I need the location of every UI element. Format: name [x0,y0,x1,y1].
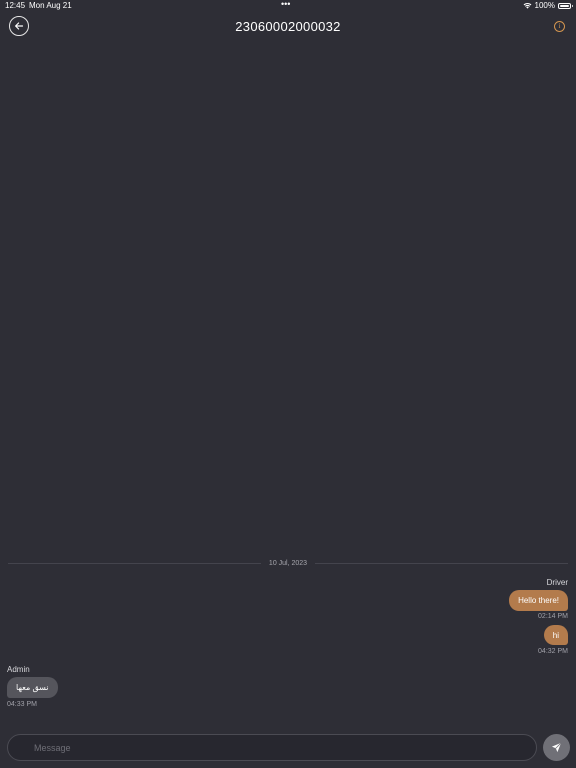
battery-icon [558,2,573,9]
send-icon [551,742,562,753]
status-indicators: 100% [523,1,573,10]
info-icon: i [558,22,561,30]
separator-line-left [8,562,261,564]
send-button[interactable] [543,734,570,761]
battery-percentage: 100% [534,1,555,10]
chat-screen: 12:45 Mon Aug 21 ••• 100% 23060002000032… [0,0,576,768]
multitasking-dots[interactable]: ••• [281,0,290,9]
message-input[interactable] [7,734,537,761]
message-bubble-outgoing[interactable]: hi [543,625,568,645]
status-bar: 12:45 Mon Aug 21 ••• 100% [0,0,576,12]
wifi-icon [523,2,532,9]
sender-label-driver: Driver [546,578,568,587]
status-date: Mon Aug 21 [29,1,72,10]
message-timestamp: 04:32 PM [538,648,568,655]
date-separator: 10 Jul, 2023 [8,556,568,570]
message-bubble-outgoing[interactable]: Hello there! [509,590,568,611]
status-time: 12:45 [5,1,26,10]
page-title: 23060002000032 [235,19,341,34]
message-timestamp: 04:33 PM [7,701,37,708]
message-bubble-incoming[interactable]: نسق معها [7,677,58,698]
message-timestamp: 02:14 PM [538,613,568,620]
sender-label-admin: Admin [7,665,30,674]
separator-line-right [315,562,568,564]
info-button[interactable]: i [554,21,565,32]
date-separator-label: 10 Jul, 2023 [268,559,308,567]
